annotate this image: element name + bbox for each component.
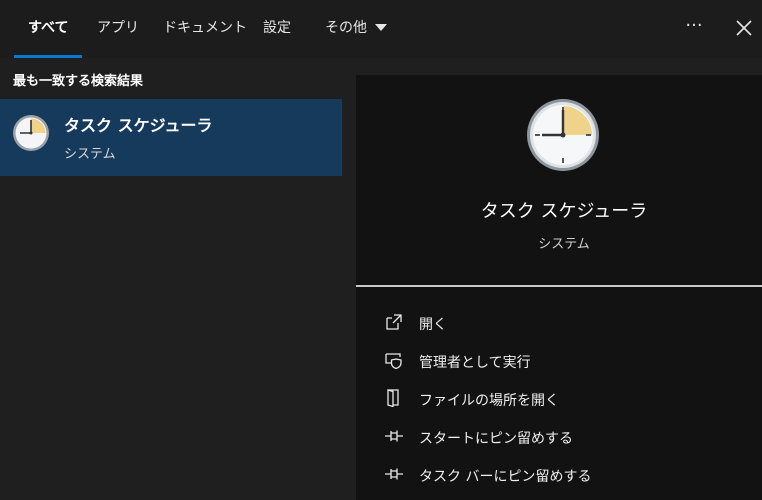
tab-documents-label: ドキュメント [163, 20, 247, 36]
best-match-heading: 最も一致する検索結果 [13, 74, 144, 89]
action-pin-to-taskbar[interactable]: タスク バーにピン留めする [356, 455, 762, 493]
result-title: タスク スケジューラ [64, 116, 213, 135]
action-label: 管理者として実行 [419, 355, 531, 371]
tab-all[interactable]: すべて [14, 0, 83, 58]
preview-title: タスク スケジューラ [480, 201, 648, 222]
action-run-as-admin[interactable]: 管理者として実行 [356, 341, 762, 379]
search-tab-bar: すべて アプリ ドキュメント 設定 その他 ··· [0, 0, 762, 58]
close-icon [736, 20, 752, 36]
tab-more-label: その他 [325, 20, 367, 36]
pin-icon [385, 468, 403, 480]
tab-apps-label: アプリ [97, 20, 139, 36]
ellipsis-icon: ··· [685, 15, 703, 36]
clock-icon [12, 114, 50, 156]
best-match-result[interactable]: タスク スケジューラ システム [0, 99, 342, 176]
divider [356, 285, 762, 287]
action-label: 開く [419, 317, 447, 333]
result-subtitle: システム [64, 147, 116, 162]
action-pin-to-start[interactable]: スタートにピン留めする [356, 417, 762, 455]
tab-settings[interactable]: 設定 [263, 0, 291, 58]
tab-apps[interactable]: アプリ [97, 0, 139, 58]
close-button[interactable] [732, 16, 756, 40]
open-icon [386, 314, 402, 330]
pin-icon [385, 430, 403, 442]
action-label: タスク バーにピン留めする [419, 469, 592, 485]
results-pane: 最も一致する検索結果 タスク スケジューラ システム [0, 58, 342, 500]
tab-settings-label: 設定 [263, 20, 291, 36]
tab-all-label: すべて [28, 20, 69, 36]
preview-subtitle: システム [538, 237, 590, 252]
file-location-icon [387, 389, 399, 407]
action-open-file-location[interactable]: ファイルの場所を開く [356, 379, 762, 417]
tab-documents[interactable]: ドキュメント [163, 0, 247, 58]
action-label: スタートにピン留めする [419, 431, 573, 447]
more-options-button[interactable]: ··· [682, 16, 706, 40]
action-open[interactable]: 開く [356, 303, 762, 341]
tab-more-dropdown[interactable]: その他 [325, 0, 387, 58]
clock-icon [526, 98, 600, 176]
action-label: ファイルの場所を開く [419, 393, 559, 409]
preview-pane: タスク スケジューラ システム 開く 管理者として実行 ファイルの場所を開く ス… [356, 75, 762, 500]
chevron-down-icon [375, 23, 387, 31]
admin-shield-icon [385, 353, 402, 369]
